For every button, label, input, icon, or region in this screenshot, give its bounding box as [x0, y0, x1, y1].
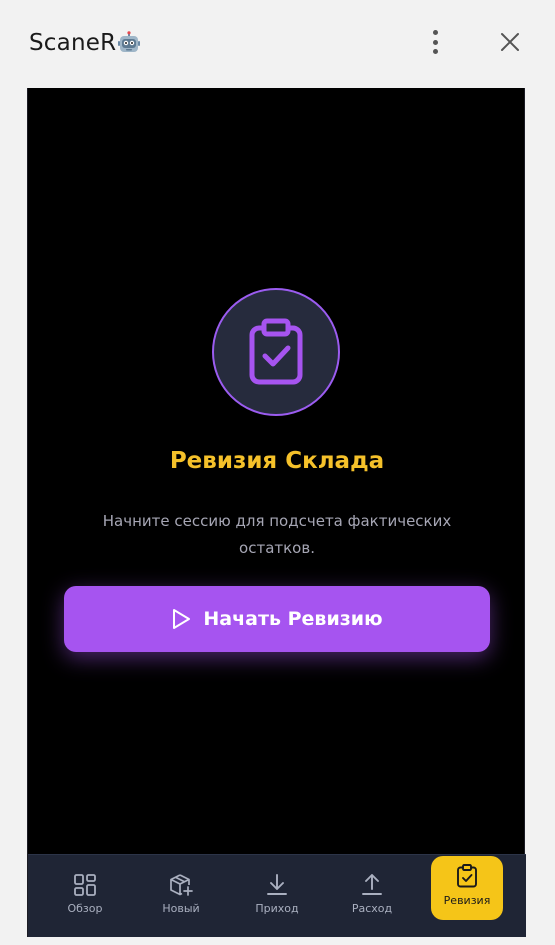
nav-label: Ревизия — [443, 894, 491, 907]
upload-icon — [362, 874, 382, 895]
box-plus-icon — [170, 874, 193, 896]
nav-label: Обзор — [67, 902, 103, 915]
page-description: Начните сессию для подсчета фактических … — [102, 512, 452, 557]
app-name: ScaneR — [29, 30, 117, 56]
nav-label: Приход — [255, 902, 299, 915]
play-icon — [173, 609, 191, 629]
hero-icon-circle — [212, 288, 340, 416]
robot-icon — [118, 31, 141, 52]
bottom-nav: Обзор Новый Приход Расход Ревизия — [28, 854, 526, 937]
close-icon[interactable] — [498, 30, 522, 54]
app-title: ScaneR — [29, 30, 141, 56]
nav-item-incoming[interactable]: Приход — [242, 867, 312, 927]
start-audit-label: Начать Ревизию — [203, 608, 383, 630]
grid-icon — [74, 874, 96, 896]
more-menu-icon[interactable] — [424, 28, 446, 56]
nav-item-new[interactable]: Новый — [146, 867, 216, 927]
clipboard-check-icon — [457, 864, 477, 888]
download-icon — [267, 874, 287, 895]
nav-item-outgoing[interactable]: Расход — [337, 867, 407, 927]
page-title: Ревизия Склада — [169, 448, 385, 474]
nav-label: Расход — [351, 902, 393, 915]
start-audit-button[interactable]: Начать Ревизию — [64, 586, 490, 652]
nav-label: Новый — [162, 902, 200, 915]
clipboard-check-icon — [249, 318, 303, 385]
app-screen: Ревизия Склада Начните сессию для подсче… — [27, 88, 526, 937]
title-bar: ScaneR — [0, 0, 555, 88]
nav-item-overview[interactable]: Обзор — [50, 867, 120, 927]
nav-item-audit[interactable]: Ревизия — [431, 856, 503, 920]
